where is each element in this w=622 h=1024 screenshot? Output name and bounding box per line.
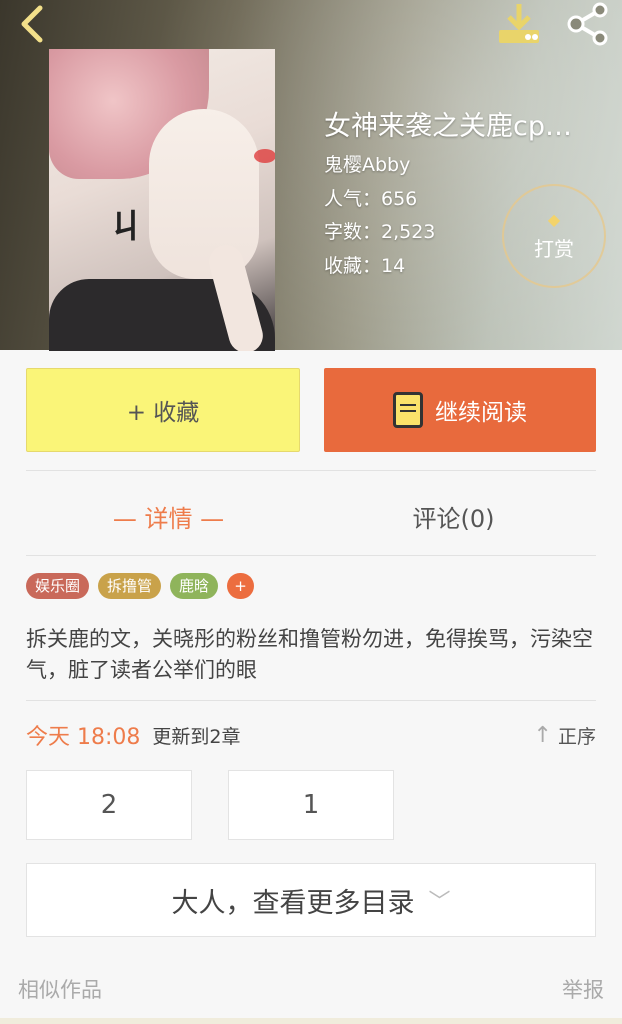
similar-works-label: 相似作品 [18, 978, 102, 1002]
word-count-stat: 字数：2,523 [324, 221, 436, 243]
add-favorite-button[interactable]: + 收藏 [26, 368, 300, 452]
arrow-up-icon: ↑ [533, 722, 552, 748]
update-text: 更新到2章 [152, 725, 241, 748]
tab-comments[interactable]: 评论(0) [311, 496, 596, 536]
bottom-strip [0, 1018, 622, 1024]
sort-label: 正序 [557, 725, 596, 748]
sort-order-button[interactable]: ↑ 正序 [534, 722, 596, 749]
favorites-stat: 收藏：14 [324, 255, 406, 277]
tag-list: 娱乐圈 拆撸管 鹿晗 + [26, 573, 255, 599]
divider [26, 470, 596, 471]
book-cover-image[interactable]: ㄐ [49, 49, 275, 351]
tag-item[interactable]: 拆撸管 [98, 573, 162, 599]
add-tag-button[interactable]: + [227, 573, 255, 599]
view-more-chapters-button[interactable]: 大人，查看更多目录 ﹀ [26, 863, 596, 937]
report-button[interactable]: 举报 [562, 974, 604, 1004]
tag-item[interactable]: 娱乐圈 [26, 573, 90, 599]
reward-label: 打赏 [534, 237, 574, 261]
update-time: 今天 18:08 [26, 725, 141, 750]
book-title: 女神来袭之关鹿cp… [324, 111, 572, 142]
update-info: 今天 18:08 更新到2章 ↑ 正序 [26, 718, 596, 752]
chapter-item[interactable]: 1 [228, 770, 394, 840]
chevron-down-icon: ﹀ [428, 890, 451, 915]
tag-item[interactable]: 鹿晗 [170, 573, 219, 599]
continue-reading-button[interactable]: 继续阅读 [324, 368, 596, 452]
cover-lips [254, 149, 275, 163]
author-name[interactable]: 鬼樱Abby [324, 150, 410, 177]
cover-tattoo: ㄐ [109, 207, 143, 247]
download-icon[interactable] [494, 0, 544, 48]
chapter-item[interactable]: 2 [26, 770, 192, 840]
book-description: 拆关鹿的文，关晓彤的粉丝和撸管粉勿进，免得挨骂，污染空气，脏了读者公举们的眼 [26, 627, 593, 682]
tab-detail[interactable]: — 详情 — [26, 496, 311, 536]
cover-face [149, 109, 259, 279]
book-icon [393, 392, 423, 428]
reward-button[interactable]: ◆ 打赏 [502, 184, 606, 288]
divider [26, 700, 596, 701]
back-icon[interactable] [10, 2, 54, 46]
popularity-stat: 人气：656 [324, 188, 418, 210]
share-icon[interactable] [562, 0, 614, 48]
more-label: 大人，查看更多目录 [171, 887, 415, 919]
continue-reading-label: 继续阅读 [435, 400, 527, 426]
divider [26, 555, 596, 556]
diamond-icon: ◆ [547, 210, 561, 229]
